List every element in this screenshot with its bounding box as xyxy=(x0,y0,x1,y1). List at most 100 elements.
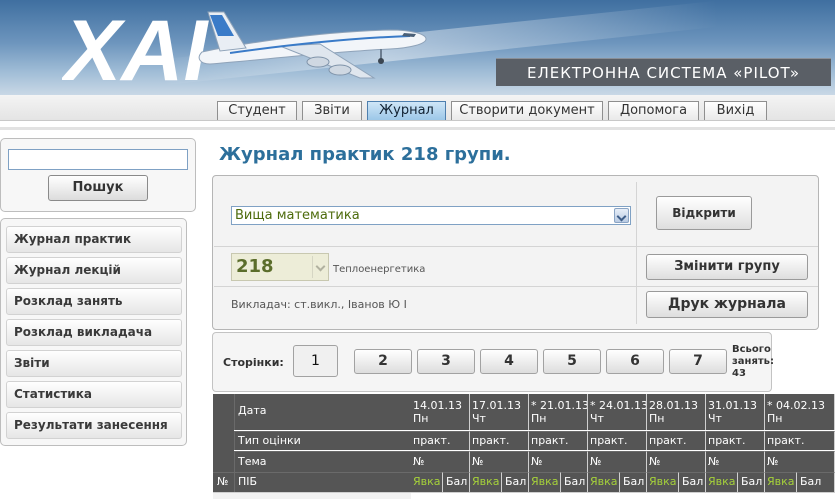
attendance-header: Явка xyxy=(470,472,502,492)
date-column-header: 14.01.13 Пн xyxy=(411,394,470,430)
grade-type-cell: практ. xyxy=(411,431,470,450)
sidebar-item-practice-journal[interactable]: Журнал практик xyxy=(6,226,182,253)
grade-type-cell: практ. xyxy=(529,431,588,450)
change-group-button[interactable]: Змінити групу xyxy=(646,254,808,280)
score-header: Бал xyxy=(797,472,835,492)
date-column-header: 28.01.13 Пн xyxy=(647,394,706,430)
total-count: 43 xyxy=(732,368,746,379)
column-day: Пн xyxy=(531,412,547,425)
tab-reports[interactable]: Звіти xyxy=(302,101,362,120)
journal-table: Дата Тип оцінки Тема № ПІБ 14.01.13 Пн 1… xyxy=(213,394,835,499)
topic-cell: № xyxy=(588,451,647,472)
date-column-header: 31.01.13 Чт xyxy=(706,394,765,430)
column-day: Чт xyxy=(708,412,722,425)
panel-divider xyxy=(214,286,818,287)
date-column-header: * 24.01.13 Чт xyxy=(588,394,647,430)
panel-divider xyxy=(214,246,818,247)
column-day: Чт xyxy=(472,412,486,425)
search-panel: Пошук xyxy=(0,138,196,212)
score-header: Бал xyxy=(561,472,588,492)
pagination-label: Сторінки: xyxy=(223,356,284,369)
topic-cell: № xyxy=(529,451,588,472)
page-button-5[interactable]: 5 xyxy=(543,349,601,374)
sidebar-item-reports[interactable]: Звіти xyxy=(6,350,182,377)
column-date: * 24.01.13 xyxy=(590,399,647,412)
attendance-header: Явка xyxy=(411,472,443,492)
column-date: * 21.01.13 xyxy=(531,399,588,412)
score-header: Бал xyxy=(443,472,470,492)
attendance-header: Явка xyxy=(706,472,738,492)
group-select[interactable]: 218 xyxy=(231,253,329,281)
chevron-down-icon[interactable] xyxy=(614,208,629,223)
date-column-header: * 21.01.13 Пн xyxy=(529,394,588,430)
group-select-value: 218 xyxy=(236,256,274,277)
sidebar-item-entry-results[interactable]: Результати занесення xyxy=(6,412,182,439)
subject-select[interactable]: Вища математика xyxy=(231,206,631,225)
total-label: занять: xyxy=(732,356,775,367)
table-corner xyxy=(213,394,234,472)
page-button-2[interactable]: 2 xyxy=(354,349,412,374)
search-button[interactable]: Пошук xyxy=(48,175,148,201)
sidebar-item-teacher-schedule[interactable]: Розклад викладача xyxy=(6,319,182,346)
header-banner: ХАІ ЕЛЕКТРОННА СИСТЕМА «PILOT» xyxy=(0,0,835,95)
grade-type-cell: практ. xyxy=(647,431,706,450)
score-header: Бал xyxy=(620,472,647,492)
column-day: Пн xyxy=(413,412,429,425)
page-button-1[interactable]: 1 xyxy=(293,345,338,377)
page: { "header": { "logo_text": "ХАІ", "syste… xyxy=(0,0,835,499)
grade-type-cell: практ. xyxy=(765,431,835,450)
topic-cell: № xyxy=(706,451,765,472)
score-header: Бал xyxy=(679,472,706,492)
pagination: Сторінки: 1 2 3 4 5 6 7 Всього занять: 4… xyxy=(212,332,774,392)
svg-text:ХАІ: ХАІ xyxy=(62,8,209,88)
column-date: 28.01.13 xyxy=(649,399,698,412)
open-button[interactable]: Відкрити xyxy=(656,196,752,230)
search-input[interactable] xyxy=(8,149,188,170)
subject-select-value: Вища математика xyxy=(235,208,360,223)
tab-help[interactable]: Допомога xyxy=(608,101,699,120)
topic-cell: № xyxy=(411,451,470,472)
grade-type-cell: практ. xyxy=(706,431,765,450)
table-row xyxy=(411,492,835,499)
khai-logo: ХАІ xyxy=(62,8,209,88)
column-date: * 04.02.13 xyxy=(767,399,825,412)
table-row xyxy=(213,492,411,499)
specialty-label: Теплоенергетика xyxy=(333,264,426,275)
airplane-icon xyxy=(198,11,427,79)
column-date: 31.01.13 xyxy=(708,399,757,412)
score-header: Бал xyxy=(738,472,765,492)
column-day: Чт xyxy=(590,412,604,425)
page-button-3[interactable]: 3 xyxy=(417,349,475,374)
sidebar-item-statistics[interactable]: Статистика xyxy=(6,381,182,408)
date-row-label: Дата xyxy=(234,394,411,430)
sidebar-item-lecture-journal[interactable]: Журнал лекцій xyxy=(6,257,182,284)
page-button-4[interactable]: 4 xyxy=(480,349,538,374)
tab-create-document[interactable]: Створити документ xyxy=(451,101,603,120)
column-date: 14.01.13 xyxy=(413,399,462,412)
sidebar-menu: Журнал практик Журнал лекцій Розклад зан… xyxy=(0,218,187,446)
total-label: Всього xyxy=(732,344,771,355)
tab-journal[interactable]: Журнал xyxy=(367,101,446,120)
topic-row-label: Тема xyxy=(234,451,411,472)
tab-exit[interactable]: Вихід xyxy=(704,101,767,120)
system-title: ЕЛЕКТРОННА СИСТЕМА «PILOT» xyxy=(496,58,831,86)
journal-controls: Вища математика Відкрити 218 Теплоенерге… xyxy=(212,175,819,330)
page-button-7[interactable]: 7 xyxy=(669,349,727,374)
grade-type-cell: практ. xyxy=(588,431,647,450)
column-day: Пн xyxy=(649,412,665,425)
panel-divider-vertical xyxy=(636,182,637,324)
grade-type-cell: практ. xyxy=(470,431,529,450)
attendance-header: Явка xyxy=(647,472,679,492)
page-button-6[interactable]: 6 xyxy=(606,349,664,374)
nav-divider xyxy=(0,127,835,130)
topic-cell: № xyxy=(765,451,835,472)
column-day: Пн xyxy=(767,412,783,425)
topic-cell: № xyxy=(647,451,706,472)
tab-student[interactable]: Студент xyxy=(217,101,297,120)
sidebar-item-schedule[interactable]: Розклад занять xyxy=(6,288,182,315)
print-journal-button[interactable]: Друк журнала xyxy=(646,291,808,318)
attendance-header: Явка xyxy=(529,472,561,492)
total-lessons: Всього занять: 43 xyxy=(732,344,774,380)
chevron-down-icon[interactable] xyxy=(312,256,327,278)
date-column-header: 17.01.13 Чт xyxy=(470,394,529,430)
